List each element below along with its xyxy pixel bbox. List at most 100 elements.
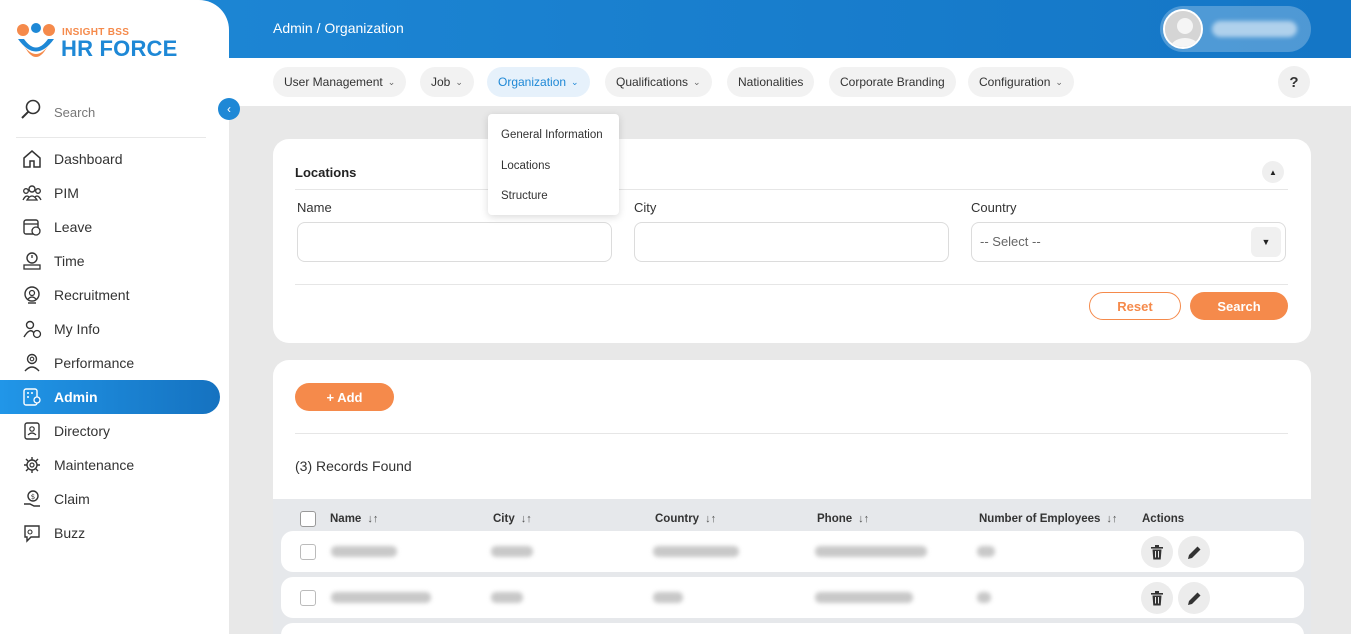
tab-label: Job	[431, 75, 451, 89]
table-row[interactable]	[281, 577, 1304, 618]
sidebar-item-label: Buzz	[54, 525, 86, 541]
select-all-checkbox[interactable]	[300, 511, 316, 527]
tab-organization[interactable]: Organization ⌄	[487, 67, 590, 97]
sidebar-item-recruitment[interactable]: Recruitment	[0, 278, 229, 312]
tab-corporate-branding[interactable]: Corporate Branding	[829, 67, 956, 97]
tab-label: Organization	[498, 75, 567, 89]
row-checkbox[interactable]	[300, 590, 316, 606]
menu-item-locations[interactable]: Locations	[488, 151, 619, 182]
redacted-name	[331, 592, 431, 603]
country-label: Country	[971, 200, 1017, 215]
chevron-down-icon: ⌄	[455, 76, 463, 87]
time-icon	[21, 250, 43, 272]
add-location-button[interactable]: + Add	[295, 383, 394, 411]
sidebar-item-maintenance[interactable]: Maintenance	[0, 448, 229, 482]
menu-item-general-information[interactable]: General Information	[488, 120, 619, 151]
tab-label: User Management	[284, 75, 383, 89]
sidebar-search	[16, 96, 206, 138]
pencil-icon	[1187, 592, 1200, 605]
divider	[295, 189, 1288, 190]
country-select[interactable]: -- Select -- ▼	[971, 222, 1286, 262]
sidebar-item-pim[interactable]: PIM	[0, 176, 229, 210]
tab-user-management[interactable]: User Management ⌄	[273, 67, 407, 97]
sidebar-collapse-button[interactable]: ‹	[218, 98, 240, 120]
table-row[interactable]	[281, 623, 1304, 634]
city-input[interactable]	[634, 222, 949, 262]
edit-button[interactable]	[1178, 582, 1210, 614]
city-label: City	[634, 200, 657, 215]
sidebar-item-label: Dashboard	[54, 151, 123, 167]
column-number-of-employees[interactable]: Number of Employees ↓↑	[979, 513, 1117, 525]
divider	[295, 284, 1288, 285]
edit-button[interactable]	[1178, 536, 1210, 568]
svg-text:$: $	[31, 493, 35, 501]
records-count: (3) Records Found	[295, 458, 412, 474]
reset-button[interactable]: Reset	[1089, 292, 1181, 320]
chevron-down-icon: ⌄	[1055, 76, 1063, 87]
collapse-filter-button[interactable]: ▲	[1262, 161, 1284, 183]
trash-icon	[1151, 590, 1163, 605]
user-menu[interactable]	[1160, 6, 1311, 52]
tab-label: Corporate Branding	[840, 75, 945, 89]
sort-icon: ↓↑	[520, 513, 532, 525]
column-city[interactable]: City ↓↑	[493, 513, 532, 525]
sidebar-item-buzz[interactable]: Buzz	[0, 516, 229, 550]
sort-icon: ↓↑	[858, 513, 870, 525]
pencil-icon	[1187, 546, 1200, 559]
avatar	[1163, 9, 1203, 49]
sidebar-item-directory[interactable]: Directory	[0, 414, 229, 448]
admin-subnav: User Management ⌄ Job ⌄ Organization ⌄ Qual…	[229, 58, 1351, 106]
column-actions: Actions	[1142, 513, 1185, 525]
sidebar-item-label: Admin	[54, 389, 98, 405]
search-button[interactable]: Search	[1190, 292, 1288, 320]
sidebar-menu: Dashboard PIM Leave Time Recruitment My …	[0, 142, 229, 550]
user-name-redacted	[1212, 21, 1297, 37]
avatar-icon	[1165, 11, 1201, 47]
column-label: Number of Employees	[979, 513, 1101, 525]
redacted-city	[491, 546, 533, 557]
trash-icon	[1151, 544, 1163, 559]
sidebar-item-admin[interactable]: Admin	[0, 380, 220, 414]
chevron-down-icon: ⌄	[571, 76, 579, 87]
locations-list-card: + Add (3) Records Found Name ↓↑ City ↓↑ Co…	[273, 360, 1311, 634]
my-info-icon	[21, 318, 43, 340]
logo[interactable]: INSIGHT BSS HR FORCE	[15, 22, 185, 67]
sidebar-search-input[interactable]	[54, 105, 194, 120]
directory-icon	[21, 420, 43, 442]
sort-icon: ↓↑	[367, 513, 379, 525]
claim-icon: $	[21, 488, 43, 510]
menu-item-structure[interactable]: Structure	[488, 181, 619, 212]
sidebar-item-performance[interactable]: Performance	[0, 346, 229, 380]
sidebar-item-leave[interactable]: Leave	[0, 210, 229, 244]
tab-configuration[interactable]: Configuration ⌄	[968, 67, 1074, 97]
chevron-left-icon: ‹	[227, 102, 231, 116]
redacted-country	[653, 592, 683, 603]
help-button[interactable]: ?	[1278, 66, 1310, 98]
row-checkbox[interactable]	[300, 544, 316, 560]
sidebar-item-claim[interactable]: $ Claim	[0, 482, 229, 516]
delete-button[interactable]	[1141, 536, 1173, 568]
sidebar-item-dashboard[interactable]: Dashboard	[0, 142, 229, 176]
performance-icon	[21, 352, 43, 374]
table-row[interactable]	[281, 531, 1304, 572]
tab-job[interactable]: Job ⌄	[420, 67, 474, 97]
recruitment-icon	[21, 284, 43, 306]
sidebar-item-label: Time	[54, 253, 85, 269]
sidebar-item-my-info[interactable]: My Info	[0, 312, 229, 346]
sidebar-item-time[interactable]: Time	[0, 244, 229, 278]
column-phone[interactable]: Phone ↓↑	[817, 513, 869, 525]
search-icon	[21, 99, 41, 119]
sort-icon: ↓↑	[1106, 513, 1118, 525]
column-name[interactable]: Name ↓↑	[330, 513, 378, 525]
delete-button[interactable]	[1141, 582, 1173, 614]
tab-nationalities[interactable]: Nationalities	[727, 67, 815, 97]
redacted-employees	[977, 546, 995, 557]
column-label: Name	[330, 513, 362, 525]
breadcrumb: Admin / Organization	[273, 20, 404, 36]
home-icon	[21, 148, 43, 170]
name-input[interactable]	[297, 222, 612, 262]
tab-qualifications[interactable]: Qualifications ⌄	[605, 67, 712, 97]
redacted-phone	[815, 546, 927, 557]
sidebar: INSIGHT BSS HR FORCE Dashboard PIM Leave…	[0, 0, 229, 634]
column-country[interactable]: Country ↓↑	[655, 513, 716, 525]
